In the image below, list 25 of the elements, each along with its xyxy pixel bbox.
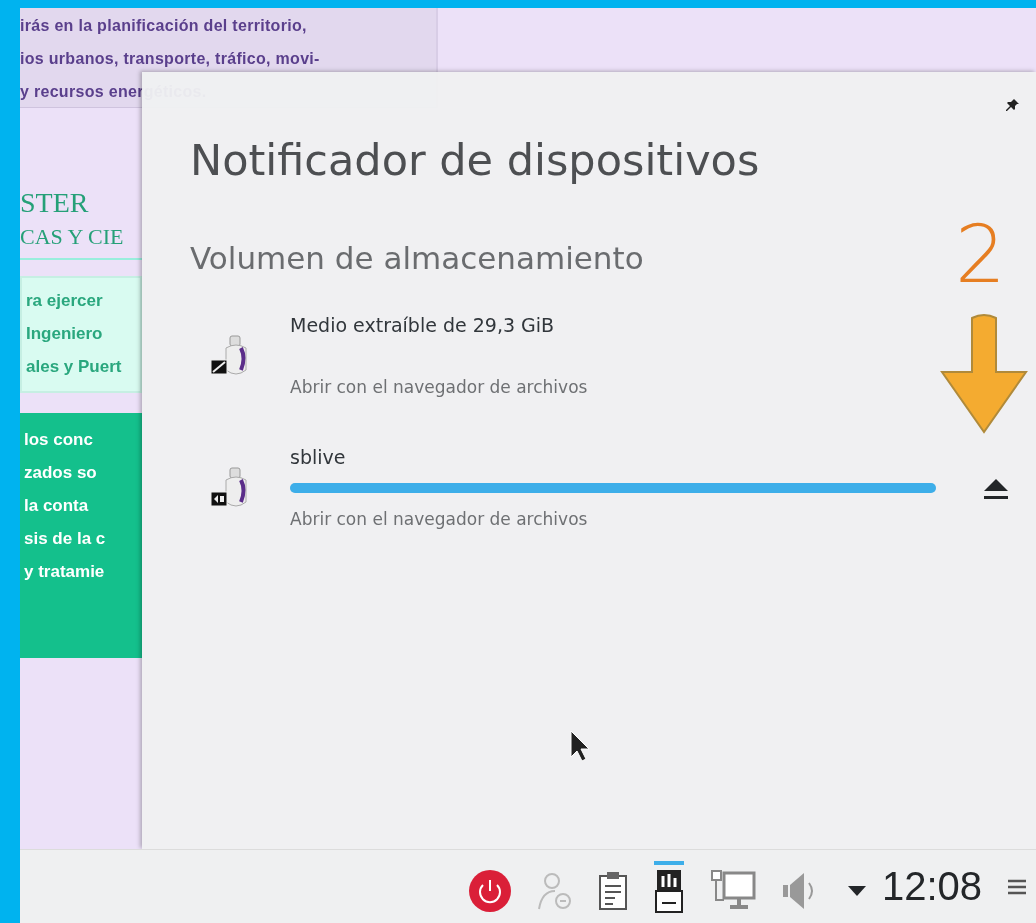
device-name: Medio extraíble de 29,3 GiB [290, 313, 556, 338]
usb-drive-icon[interactable] [653, 860, 684, 913]
annotation-number: 2 [955, 210, 1006, 300]
text-line: zados so [24, 462, 98, 484]
text-line: Ingeniero [26, 323, 104, 345]
text-line: ales y Puert [26, 356, 123, 378]
open-with-file-manager-link[interactable]: Abrir con el navegador de archivos [290, 372, 936, 402]
text-line: ios urbanos, transporte, tráfico, movi- [20, 49, 321, 69]
menu-icon[interactable] [1008, 878, 1026, 895]
usb-drive-icon [210, 466, 250, 510]
usb-drive-icon [210, 334, 250, 378]
text-line: sis de la c [24, 528, 107, 550]
pin-icon[interactable] [1006, 98, 1020, 112]
device-name: sblive [290, 445, 347, 470]
text-line: los conc [24, 429, 94, 451]
open-with-file-manager-link[interactable]: Abrir con el navegador de archivos [290, 504, 936, 534]
text-line: y tratamie [24, 561, 106, 583]
text-line: la conta [24, 495, 90, 517]
popup-title: Notificador de dispositivos [190, 134, 761, 187]
heading-text: STER [20, 188, 90, 218]
mouse-pointer-icon [570, 730, 590, 762]
text-line: irás en la planificación del territorio, [20, 16, 308, 36]
text-line: ra ejercer [26, 290, 104, 312]
clock-time[interactable]: 12:08 [881, 864, 982, 909]
section-heading: Volumen de almacenamiento [190, 239, 644, 278]
